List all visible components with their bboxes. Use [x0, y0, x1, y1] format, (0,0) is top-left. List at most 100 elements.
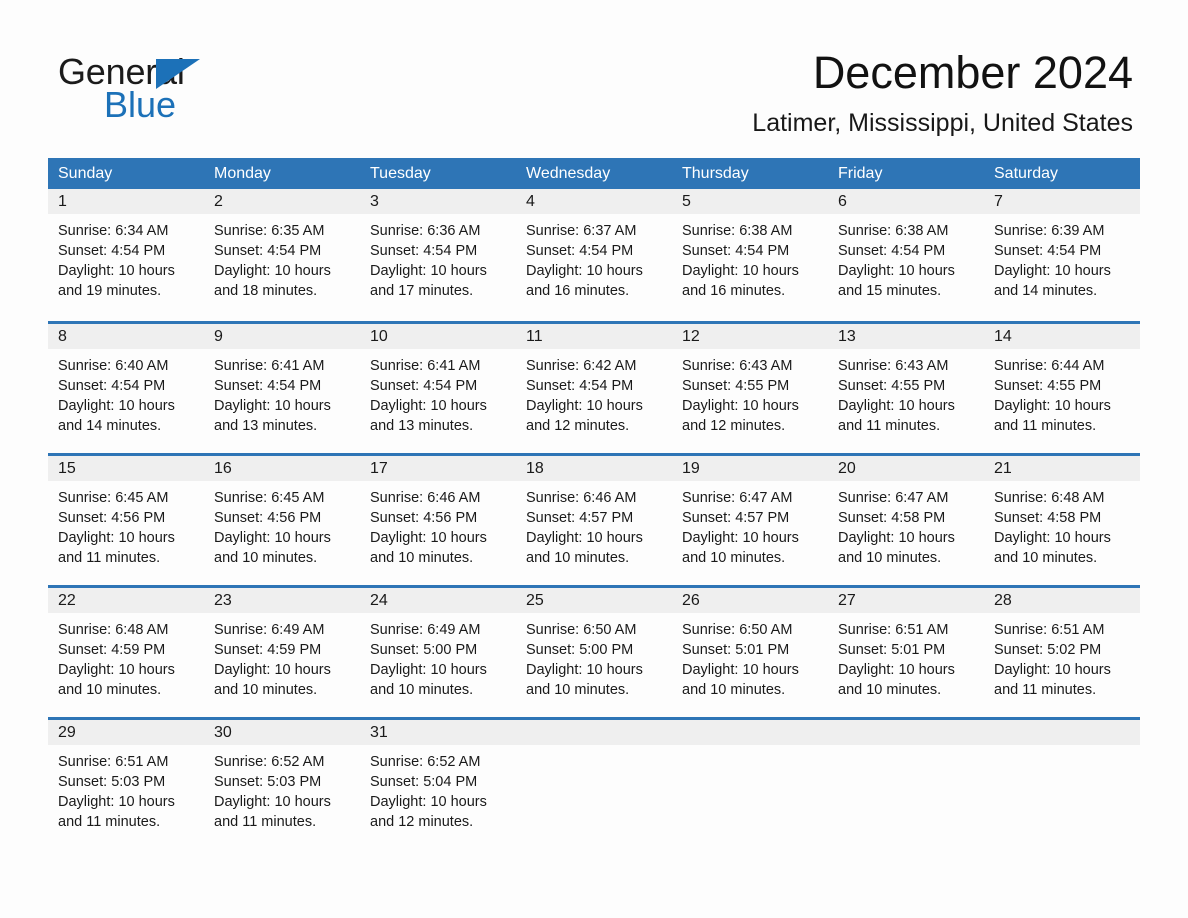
- sunrise-text: Sunrise: 6:40 AM: [58, 358, 169, 374]
- weekday-header-row: Sunday Monday Tuesday Wednesday Thursday…: [48, 158, 1140, 189]
- day-cell[interactable]: 21 Sunrise: 6:48 AM Sunset: 4:58 PM Dayl…: [984, 456, 1140, 585]
- day-cell[interactable]: 17 Sunrise: 6:46 AM Sunset: 4:56 PM Dayl…: [360, 456, 516, 585]
- day-info: Sunrise: 6:37 AM Sunset: 4:54 PM Dayligh…: [516, 214, 672, 301]
- day-cell[interactable]: 31 Sunrise: 6:52 AM Sunset: 5:04 PM Dayl…: [360, 720, 516, 849]
- daylight-text-line1: Daylight: 10 hours: [526, 263, 643, 279]
- day-number: 24: [360, 588, 516, 613]
- sunset-text: Sunset: 4:54 PM: [370, 243, 478, 259]
- sunrise-text: Sunrise: 6:47 AM: [682, 490, 793, 506]
- day-number: 6: [828, 189, 984, 214]
- weekday-header-saturday: Saturday: [994, 165, 1059, 182]
- day-info: Sunrise: 6:46 AM Sunset: 4:56 PM Dayligh…: [360, 481, 516, 568]
- daylight-text-line1: Daylight: 10 hours: [526, 530, 643, 546]
- day-info: Sunrise: 6:50 AM Sunset: 5:00 PM Dayligh…: [516, 613, 672, 700]
- daylight-text-line2: and 13 minutes.: [370, 418, 474, 434]
- sunrise-text: Sunrise: 6:43 AM: [682, 358, 793, 374]
- day-info: Sunrise: 6:50 AM Sunset: 5:01 PM Dayligh…: [672, 613, 828, 700]
- day-cell[interactable]: 26 Sunrise: 6:50 AM Sunset: 5:01 PM Dayl…: [672, 588, 828, 717]
- daylight-text-line1: Daylight: 10 hours: [370, 794, 487, 810]
- day-info: Sunrise: 6:49 AM Sunset: 4:59 PM Dayligh…: [204, 613, 360, 700]
- day-cell[interactable]: 28 Sunrise: 6:51 AM Sunset: 5:02 PM Dayl…: [984, 588, 1140, 717]
- day-cell[interactable]: 4 Sunrise: 6:37 AM Sunset: 4:54 PM Dayli…: [516, 189, 672, 321]
- weekday-header-sunday: Sunday: [58, 165, 113, 182]
- daylight-text-line2: and 16 minutes.: [682, 283, 786, 299]
- sunrise-text: Sunrise: 6:47 AM: [838, 490, 949, 506]
- sunrise-text: Sunrise: 6:49 AM: [214, 622, 325, 638]
- day-cell[interactable]: 10 Sunrise: 6:41 AM Sunset: 4:54 PM Dayl…: [360, 324, 516, 453]
- day-cell[interactable]: 23 Sunrise: 6:49 AM Sunset: 4:59 PM Dayl…: [204, 588, 360, 717]
- day-cell[interactable]: 27 Sunrise: 6:51 AM Sunset: 5:01 PM Dayl…: [828, 588, 984, 717]
- calendar-page: General Blue December 2024 Latimer, Miss…: [0, 0, 1188, 918]
- day-cell[interactable]: 13 Sunrise: 6:43 AM Sunset: 4:55 PM Dayl…: [828, 324, 984, 453]
- day-info: Sunrise: 6:42 AM Sunset: 4:54 PM Dayligh…: [516, 349, 672, 436]
- sunrise-text: Sunrise: 6:52 AM: [214, 754, 325, 770]
- sunrise-text: Sunrise: 6:48 AM: [994, 490, 1105, 506]
- day-cell[interactable]: 9 Sunrise: 6:41 AM Sunset: 4:54 PM Dayli…: [204, 324, 360, 453]
- day-cell[interactable]: 14 Sunrise: 6:44 AM Sunset: 4:55 PM Dayl…: [984, 324, 1140, 453]
- day-info: Sunrise: 6:41 AM Sunset: 4:54 PM Dayligh…: [204, 349, 360, 436]
- daylight-text-line1: Daylight: 10 hours: [682, 530, 799, 546]
- day-number: 25: [516, 588, 672, 613]
- day-number: 21: [984, 456, 1140, 481]
- daylight-text-line2: and 10 minutes.: [526, 682, 630, 698]
- sunset-text: Sunset: 4:54 PM: [58, 243, 166, 259]
- day-info: Sunrise: 6:51 AM Sunset: 5:03 PM Dayligh…: [48, 745, 204, 832]
- day-cell[interactable]: 15 Sunrise: 6:45 AM Sunset: 4:56 PM Dayl…: [48, 456, 204, 585]
- page-title: December 2024: [812, 47, 1133, 98]
- day-info: Sunrise: 6:38 AM Sunset: 4:54 PM Dayligh…: [828, 214, 984, 301]
- day-number: 4: [516, 189, 672, 214]
- sunrise-text: Sunrise: 6:43 AM: [838, 358, 949, 374]
- day-cell[interactable]: 5 Sunrise: 6:38 AM Sunset: 4:54 PM Dayli…: [672, 189, 828, 321]
- logo-text-blue: Blue: [104, 84, 177, 125]
- sunset-text: Sunset: 4:54 PM: [214, 378, 322, 394]
- day-info: Sunrise: 6:41 AM Sunset: 4:54 PM Dayligh…: [360, 349, 516, 436]
- day-info: Sunrise: 6:45 AM Sunset: 4:56 PM Dayligh…: [204, 481, 360, 568]
- sunset-text: Sunset: 4:54 PM: [526, 378, 634, 394]
- daylight-text-line2: and 19 minutes.: [58, 283, 162, 299]
- day-cell[interactable]: 7 Sunrise: 6:39 AM Sunset: 4:54 PM Dayli…: [984, 189, 1140, 321]
- day-cell[interactable]: 20 Sunrise: 6:47 AM Sunset: 4:58 PM Dayl…: [828, 456, 984, 585]
- day-info: Sunrise: 6:52 AM Sunset: 5:03 PM Dayligh…: [204, 745, 360, 832]
- day-cell[interactable]: 8 Sunrise: 6:40 AM Sunset: 4:54 PM Dayli…: [48, 324, 204, 453]
- day-cell[interactable]: 11 Sunrise: 6:42 AM Sunset: 4:54 PM Dayl…: [516, 324, 672, 453]
- sunset-text: Sunset: 5:03 PM: [58, 774, 166, 790]
- day-number: [672, 720, 828, 745]
- day-info: Sunrise: 6:51 AM Sunset: 5:01 PM Dayligh…: [828, 613, 984, 700]
- day-cell[interactable]: 19 Sunrise: 6:47 AM Sunset: 4:57 PM Dayl…: [672, 456, 828, 585]
- generalblue-logo[interactable]: General Blue: [58, 52, 318, 125]
- week-row: 8 Sunrise: 6:40 AM Sunset: 4:54 PM Dayli…: [48, 321, 1140, 453]
- daylight-text-line2: and 14 minutes.: [994, 283, 1098, 299]
- daylight-text-line2: and 10 minutes.: [214, 682, 318, 698]
- day-cell[interactable]: 30 Sunrise: 6:52 AM Sunset: 5:03 PM Dayl…: [204, 720, 360, 849]
- day-cell[interactable]: 6 Sunrise: 6:38 AM Sunset: 4:54 PM Dayli…: [828, 189, 984, 321]
- day-cell[interactable]: 24 Sunrise: 6:49 AM Sunset: 5:00 PM Dayl…: [360, 588, 516, 717]
- day-info: Sunrise: 6:43 AM Sunset: 4:55 PM Dayligh…: [828, 349, 984, 436]
- day-cell[interactable]: 18 Sunrise: 6:46 AM Sunset: 4:57 PM Dayl…: [516, 456, 672, 585]
- calendar-grid: Sunday Monday Tuesday Wednesday Thursday…: [48, 158, 1140, 849]
- daylight-text-line1: Daylight: 10 hours: [58, 530, 175, 546]
- sunset-text: Sunset: 4:58 PM: [838, 510, 946, 526]
- sunset-text: Sunset: 4:54 PM: [838, 243, 946, 259]
- day-cell[interactable]: 3 Sunrise: 6:36 AM Sunset: 4:54 PM Dayli…: [360, 189, 516, 321]
- day-cell[interactable]: 2 Sunrise: 6:35 AM Sunset: 4:54 PM Dayli…: [204, 189, 360, 321]
- day-cell-empty: [828, 720, 984, 849]
- daylight-text-line2: and 12 minutes.: [526, 418, 630, 434]
- day-number: 30: [204, 720, 360, 745]
- daylight-text-line1: Daylight: 10 hours: [838, 398, 955, 414]
- day-cell[interactable]: 16 Sunrise: 6:45 AM Sunset: 4:56 PM Dayl…: [204, 456, 360, 585]
- day-cell[interactable]: 25 Sunrise: 6:50 AM Sunset: 5:00 PM Dayl…: [516, 588, 672, 717]
- day-cell[interactable]: 22 Sunrise: 6:48 AM Sunset: 4:59 PM Dayl…: [48, 588, 204, 717]
- day-cell-empty: [516, 720, 672, 849]
- sunrise-text: Sunrise: 6:35 AM: [214, 223, 325, 239]
- day-number: 9: [204, 324, 360, 349]
- daylight-text-line1: Daylight: 10 hours: [682, 263, 799, 279]
- daylight-text-line1: Daylight: 10 hours: [370, 398, 487, 414]
- daylight-text-line2: and 16 minutes.: [526, 283, 630, 299]
- day-cell[interactable]: 1 Sunrise: 6:34 AM Sunset: 4:54 PM Dayli…: [48, 189, 204, 321]
- daylight-text-line1: Daylight: 10 hours: [838, 662, 955, 678]
- daylight-text-line1: Daylight: 10 hours: [682, 398, 799, 414]
- sunrise-text: Sunrise: 6:42 AM: [526, 358, 637, 374]
- daylight-text-line2: and 15 minutes.: [838, 283, 942, 299]
- day-cell[interactable]: 12 Sunrise: 6:43 AM Sunset: 4:55 PM Dayl…: [672, 324, 828, 453]
- day-cell[interactable]: 29 Sunrise: 6:51 AM Sunset: 5:03 PM Dayl…: [48, 720, 204, 849]
